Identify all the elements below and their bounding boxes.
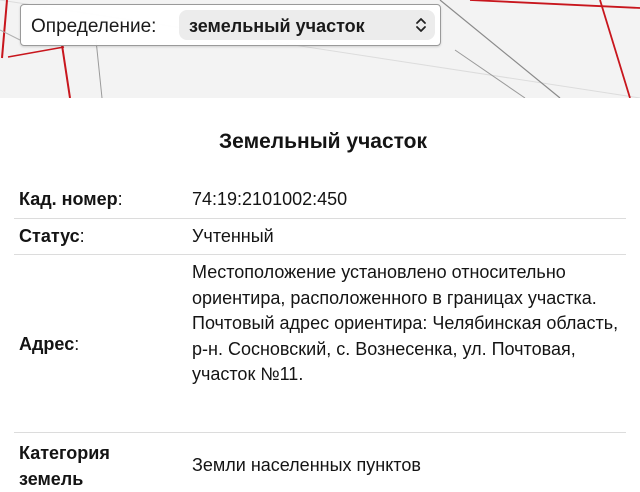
row-label-text: Категория земель — [19, 443, 110, 489]
definition-bar: Определение: земельный участок — [20, 4, 441, 46]
row-land-category: Категория земель Земли населенных пункто… — [14, 432, 626, 492]
row-value: Местоположение установлено относительно … — [192, 262, 619, 384]
definition-select-value: земельный участок — [189, 16, 365, 36]
row-label-text: Адрес — [19, 334, 75, 354]
row-label: Кад. номер: — [19, 189, 123, 209]
chevron-updown-icon — [416, 18, 426, 32]
row-status: Статус: Учтенный — [14, 218, 626, 255]
row-value: Земли населенных пунктов — [192, 455, 421, 475]
panel-title: Земельный участок — [219, 130, 427, 153]
row-label: Адрес: — [19, 334, 80, 354]
row-value: Учтенный — [192, 226, 274, 246]
definition-label: Определение: — [31, 16, 157, 37]
row-address: Адрес: Местоположение установлено относи… — [14, 254, 626, 433]
definition-select[interactable]: земельный участок — [179, 10, 435, 40]
row-label: Статус: — [19, 226, 85, 246]
row-label: Категория земель — [19, 440, 169, 492]
row-value: 74:19:2101002:450 — [192, 189, 348, 209]
row-cadastral-number: Кад. номер: 74:19:2101002:450 — [14, 184, 626, 219]
info-panel: Земельный участок Кад. номер: 74:19:2101… — [0, 98, 640, 489]
row-label-text: Статус — [19, 226, 80, 246]
row-label-text: Кад. номер — [19, 189, 118, 209]
